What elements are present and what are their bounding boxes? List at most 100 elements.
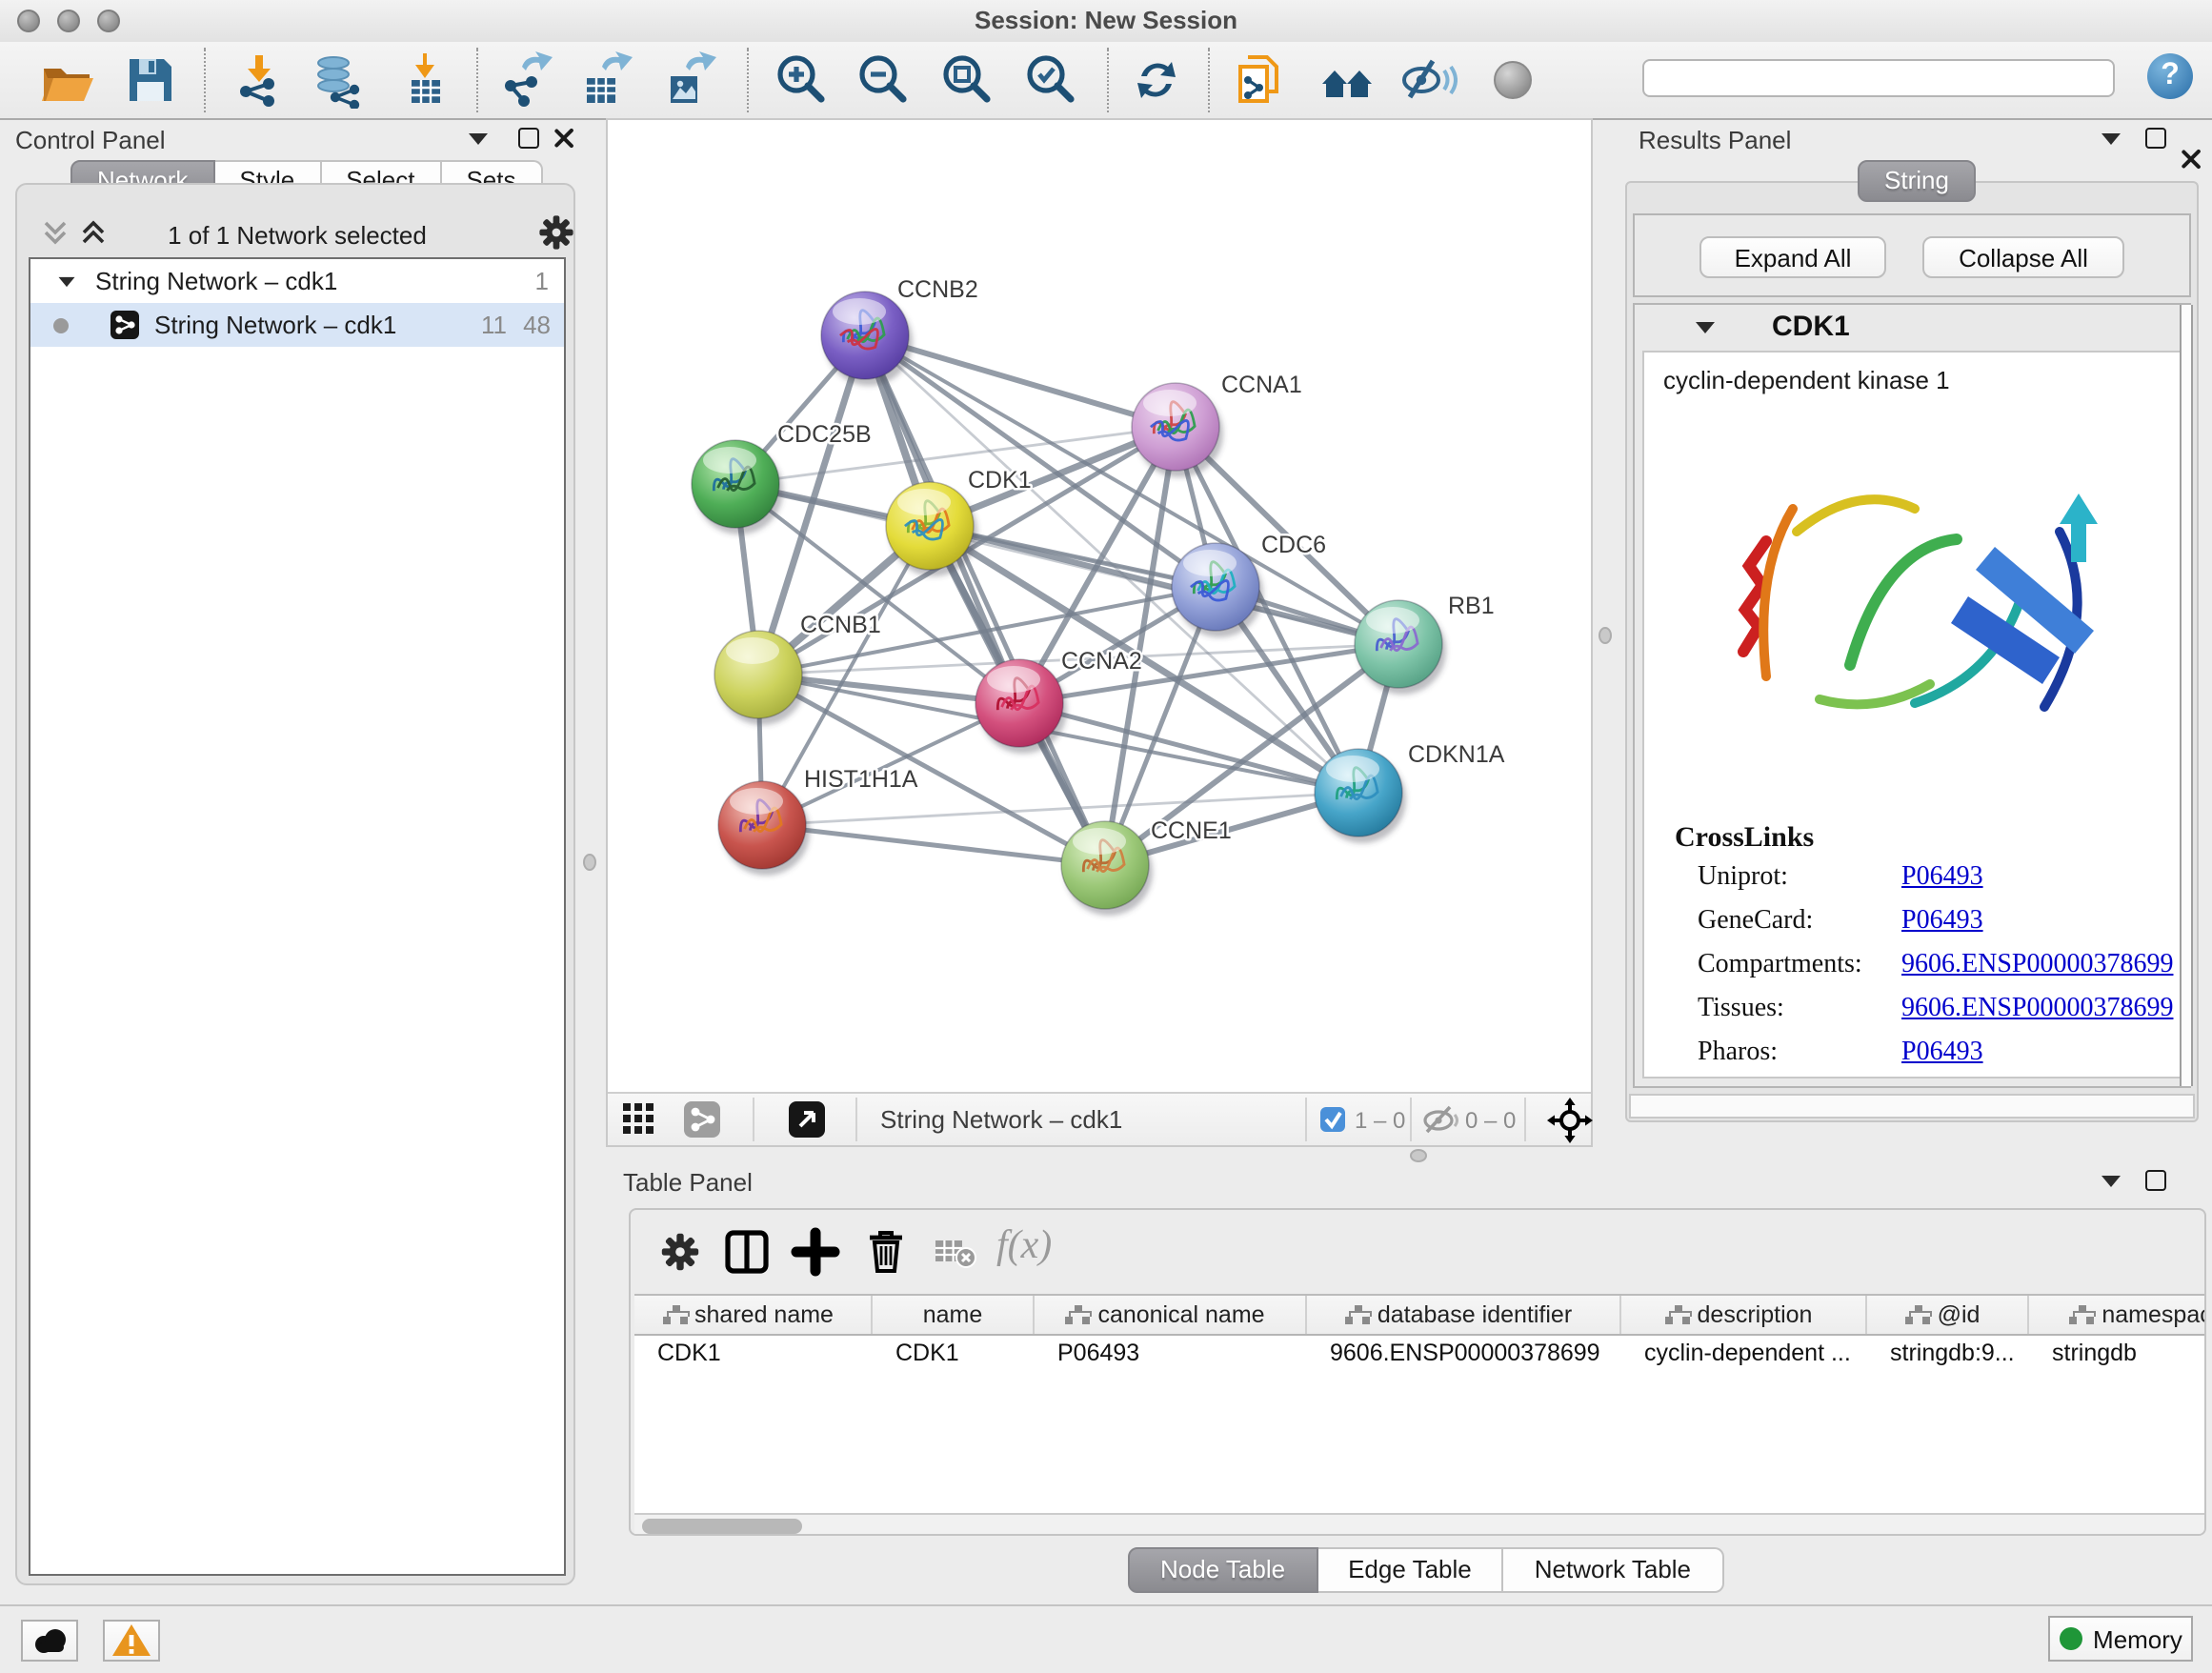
hidden-eye-slash-icon xyxy=(1421,1101,1459,1149)
scrollbar-thumb[interactable] xyxy=(642,1519,802,1534)
results-panel-close-icon[interactable] xyxy=(2180,149,2201,170)
import-table-icon[interactable] xyxy=(396,51,453,109)
org-chart-icon xyxy=(1355,1304,1362,1312)
cell--id[interactable]: stringdb:9... xyxy=(1867,1336,2029,1372)
node-CDC25B[interactable] xyxy=(692,440,783,534)
cell-database-identifier[interactable]: 9606.ENSP00000378699 xyxy=(1307,1336,1621,1372)
hide-panels-icon[interactable] xyxy=(1400,51,1458,109)
left-splitter-handle[interactable] xyxy=(583,854,596,871)
export-image-icon[interactable] xyxy=(661,51,718,109)
control-panel-menu-icon[interactable] xyxy=(469,133,488,145)
node-CCNA1[interactable] xyxy=(1132,383,1223,477)
node-HIST1H1A[interactable] xyxy=(718,781,810,876)
search-input[interactable] xyxy=(1642,59,2115,97)
save-session-icon[interactable] xyxy=(122,51,179,109)
horizontal-splitter-handle[interactable] xyxy=(1410,1149,1427,1162)
node-RB1[interactable] xyxy=(1355,600,1446,695)
cell-name[interactable]: CDK1 xyxy=(873,1336,1035,1372)
column-header-shared-name[interactable]: shared name xyxy=(634,1296,873,1334)
column-header-database-identifier[interactable]: database identifier xyxy=(1307,1296,1621,1334)
open-session-icon[interactable] xyxy=(38,51,95,109)
crosslink-label: Uniprot: xyxy=(1698,863,1901,894)
results-panel-menu-icon[interactable] xyxy=(2101,133,2121,145)
tab-edge-table[interactable]: Edge Table xyxy=(1317,1547,1504,1593)
network-view[interactable]: CCNB2CCNA1CDC25BCDK1CDC6RB1CCNB1CCNA2CDK… xyxy=(606,118,1593,1147)
cell-description[interactable]: cyclin-dependent ... xyxy=(1621,1336,1867,1372)
zoom-out-icon[interactable] xyxy=(854,51,911,109)
import-database-icon[interactable] xyxy=(309,51,366,109)
column-header-namespace[interactable]: namespace xyxy=(2029,1296,2206,1334)
network-collection-row[interactable]: String Network – cdk1 1 xyxy=(30,259,564,303)
node-CDKN1A[interactable] xyxy=(1315,749,1406,843)
crosslink-link[interactable]: 9606.ENSP00000378699 xyxy=(1901,951,2173,981)
string-network-icon xyxy=(111,311,139,339)
network-snapshot-icon[interactable] xyxy=(1231,51,1288,109)
tab-network-table[interactable]: Network Table xyxy=(1504,1547,1723,1593)
table-row[interactable]: CDK1CDK1P064939606.ENSP00000378699cyclin… xyxy=(634,1336,2204,1372)
crosslink-row: GeneCard:P06493 xyxy=(1698,907,2174,951)
warnings-button[interactable] xyxy=(103,1620,160,1662)
add-column-icon[interactable] xyxy=(791,1227,840,1286)
home-icon[interactable] xyxy=(1318,51,1376,109)
tab-node-table[interactable]: Node Table xyxy=(1128,1547,1317,1593)
column-header-name[interactable]: name xyxy=(873,1296,1035,1334)
open-in-new-window-icon[interactable] xyxy=(789,1101,825,1138)
node-CDK1[interactable] xyxy=(886,482,977,576)
network-options-gear-icon[interactable] xyxy=(535,212,577,253)
tab-string[interactable]: String xyxy=(1858,160,1976,202)
column-header-description[interactable]: description xyxy=(1621,1296,1867,1334)
refresh-icon[interactable] xyxy=(1128,51,1185,109)
results-panel-float-icon[interactable] xyxy=(2145,128,2166,149)
expand-all-button[interactable]: Expand All xyxy=(1699,236,1886,278)
import-network-icon[interactable] xyxy=(231,51,288,109)
gene-collapse-icon[interactable] xyxy=(1696,322,1715,333)
crosslink-link[interactable]: P06493 xyxy=(1901,1038,1983,1069)
control-panel-float-icon[interactable] xyxy=(518,128,539,149)
control-panel-close-icon[interactable] xyxy=(553,128,573,149)
node-CCNE1[interactable] xyxy=(1061,821,1153,916)
table-panel-menu-icon[interactable] xyxy=(2101,1176,2121,1187)
crosslink-link[interactable]: P06493 xyxy=(1901,907,1983,937)
cell-canonical-name[interactable]: P06493 xyxy=(1035,1336,1307,1372)
network-view-toolbar: String Network – cdk1 1 – 0 0 – 0 xyxy=(608,1092,1591,1145)
zoom-fit-icon[interactable] xyxy=(937,51,995,109)
crosslink-link[interactable]: 9606.ENSP00000378699 xyxy=(1901,995,2173,1025)
table-options-gear-icon[interactable] xyxy=(657,1229,703,1275)
zoom-in-icon[interactable] xyxy=(772,51,829,109)
help-button[interactable]: ? xyxy=(2147,53,2193,99)
network-row-label: String Network – cdk1 xyxy=(154,311,396,339)
selected-checkbox-icon[interactable] xyxy=(1320,1107,1345,1132)
memory-button[interactable]: Memory xyxy=(2048,1616,2193,1662)
main-toolbar: ? xyxy=(0,42,2212,120)
show-columns-icon[interactable] xyxy=(722,1227,772,1286)
right-splitter-handle[interactable] xyxy=(1599,627,1612,644)
column-header--id[interactable]: @id xyxy=(1867,1296,2029,1334)
table-panel-float-icon[interactable] xyxy=(2145,1170,2166,1191)
cell-namespace[interactable]: stringdb xyxy=(2029,1336,2206,1372)
cloud-status-button[interactable] xyxy=(21,1620,78,1662)
inactive-indicator-icon[interactable] xyxy=(1494,61,1532,99)
table-panel-title: Table Panel xyxy=(623,1168,753,1197)
fit-selected-crosshair-icon[interactable] xyxy=(1545,1096,1595,1155)
zoom-selected-icon[interactable] xyxy=(1021,51,1078,109)
network-share-icon[interactable] xyxy=(684,1101,720,1138)
node-label-CDKN1A: CDKN1A xyxy=(1408,741,1505,768)
column-header-canonical-name[interactable]: canonical name xyxy=(1035,1296,1307,1334)
node-count: 11 xyxy=(481,311,507,339)
network-canvas[interactable]: CCNB2CCNA1CDC25BCDK1CDC6RB1CCNB1CCNA2CDK… xyxy=(608,120,1595,1094)
birds-eye-grid-icon[interactable] xyxy=(623,1103,655,1145)
collapse-all-button[interactable]: Collapse All xyxy=(1922,236,2124,278)
cell-shared-name[interactable]: CDK1 xyxy=(634,1336,873,1372)
results-vertical-scrollbar[interactable] xyxy=(2180,305,2193,1086)
edge-HIST1H1A-CCNE1[interactable] xyxy=(762,825,1105,865)
tree-expander-icon[interactable] xyxy=(59,276,75,286)
table-horizontal-scrollbar[interactable] xyxy=(634,1513,2204,1536)
delete-column-icon[interactable] xyxy=(859,1225,913,1288)
memory-label: Memory xyxy=(2093,1624,2182,1653)
crosslink-link[interactable]: P06493 xyxy=(1901,863,1983,894)
node-CCNA2[interactable] xyxy=(975,659,1067,754)
edge-count: 48 xyxy=(523,311,551,339)
export-table-icon[interactable] xyxy=(577,51,634,109)
export-network-icon[interactable] xyxy=(497,51,554,109)
network-row-selected[interactable]: String Network – cdk1 11 48 xyxy=(30,303,564,347)
